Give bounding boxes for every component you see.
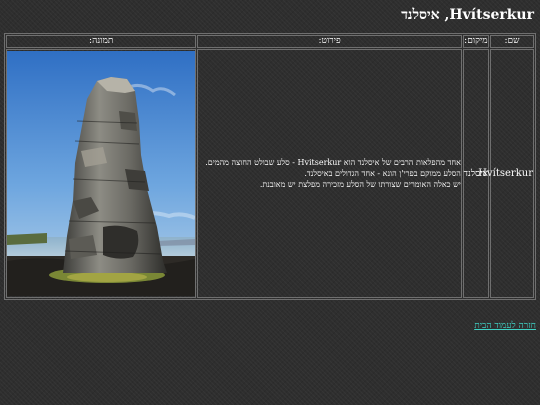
page-title: Hvítserkur, איסלנד (401, 7, 534, 23)
header-description: פירוט: (197, 35, 462, 48)
cell-name: Hvítserkur (478, 49, 534, 298)
table-header-row: שם: מיקום: פירוט: תמונה: (6, 35, 534, 48)
description-line-2: הסלע ממוקם בפרי'ן הונא - אחד הגדולים באי… (304, 169, 461, 178)
description-line-3: יש כאלה האומרים שצורתו של הסלע מזכירה מפ… (259, 180, 461, 189)
back-to-home-link[interactable]: חזרה לעמוד הבית (474, 320, 536, 331)
rock-formation-photo (7, 51, 196, 296)
header-name: שם: (489, 35, 534, 48)
cell-description: אחד מהפלאות הרבים של איסלנד הוא Hvitserk… (197, 49, 462, 298)
description-line-1: אחד מהפלאות הרבים של איסלנד הוא Hvitserk… (205, 158, 461, 167)
info-table: שם: מיקום: פירוט: תמונה: Hvítserkur איסל… (4, 33, 536, 300)
cell-image (6, 49, 197, 298)
table-row: Hvítserkur איסלנד אחד מהפלאות הרבים של א… (6, 49, 534, 298)
header-location: מיקום: (462, 35, 489, 48)
header-image: תמונה: (6, 35, 197, 48)
cell-location: איסלנד (462, 49, 489, 298)
